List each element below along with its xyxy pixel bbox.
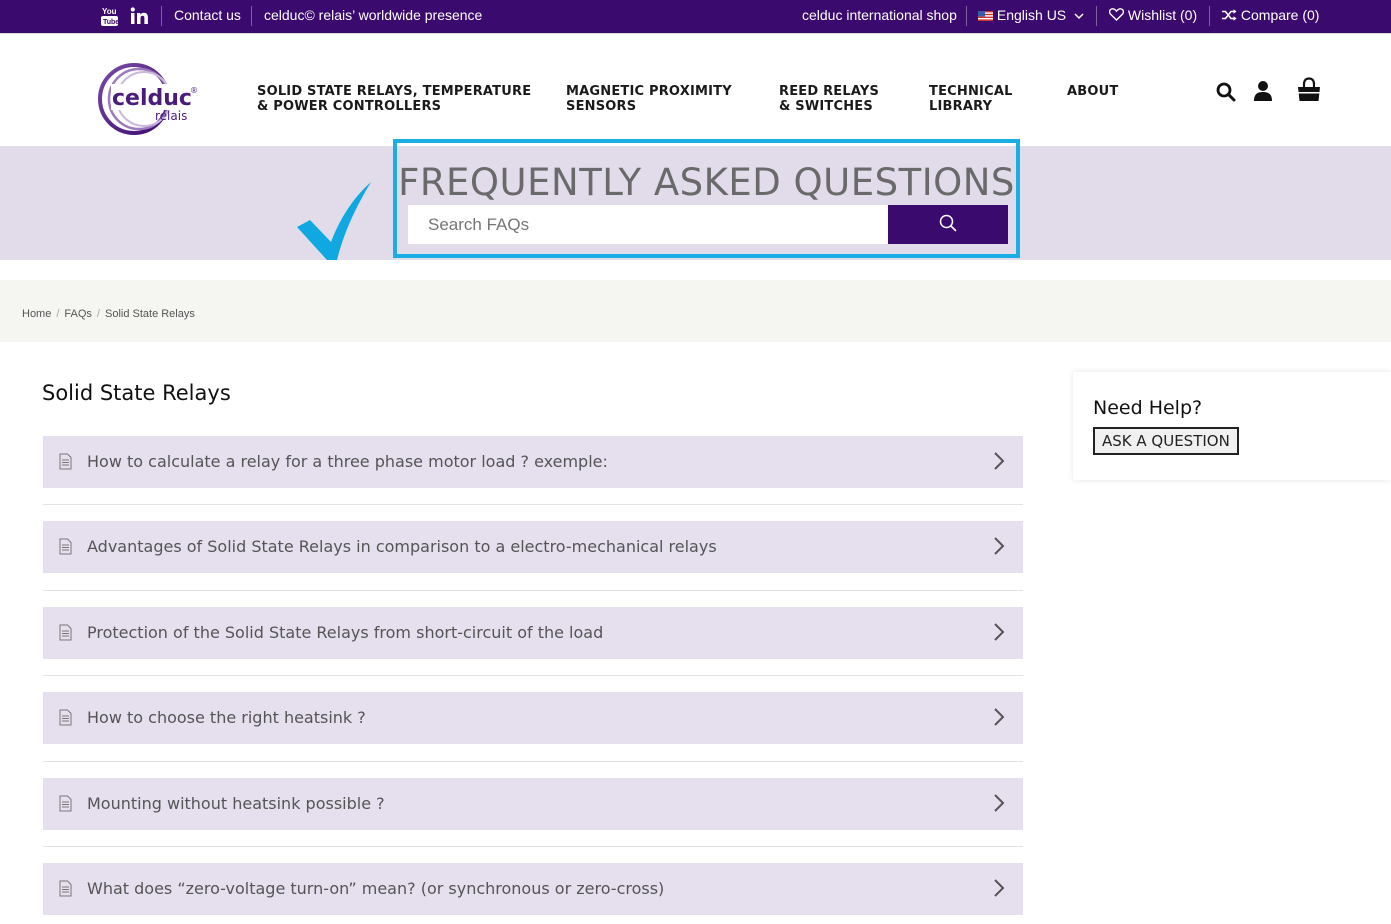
faq-question: Mounting without heatsink possible ?: [87, 794, 385, 813]
chevron-right-icon: [994, 623, 1005, 641]
faq-item[interactable]: What does “zero-voltage turn-on” mean? (…: [43, 863, 1023, 915]
chevron-down-icon: [1074, 13, 1084, 20]
svg-text:relais: relais: [155, 109, 187, 123]
main-header: celduc ® relais SOLID STATE RELAYS, TEMP…: [0, 33, 1391, 146]
nav-solid-state-relays[interactable]: SOLID STATE RELAYS, TEMPERATURE & POWER …: [257, 84, 531, 114]
divider: [43, 761, 1023, 762]
nav-magnetic-proximity-sensors[interactable]: MAGNETIC PROXIMITY SENSORS: [566, 84, 732, 114]
divider: [43, 846, 1023, 847]
search-icon: [939, 214, 957, 232]
chevron-right-icon: [994, 794, 1005, 812]
divider: [43, 590, 1023, 591]
search-button[interactable]: [888, 205, 1008, 244]
chevron-right-icon: [994, 879, 1005, 897]
faq-question: Protection of the Solid State Relays fro…: [87, 623, 604, 642]
linkedin-icon[interactable]: [130, 6, 149, 26]
user-icon[interactable]: [1253, 80, 1273, 102]
divider: [43, 675, 1023, 676]
top-bar: You Tube Contact us celduc© relais’ worl…: [0, 0, 1391, 33]
faq-question: What does “zero-voltage turn-on” mean? (…: [87, 879, 665, 898]
faq-item[interactable]: Mounting without heatsink possible ?: [43, 778, 1023, 830]
nav-label: ABOUT: [1067, 84, 1119, 99]
search-input[interactable]: [408, 205, 888, 244]
faq-item[interactable]: Advantages of Solid State Relays in comp…: [43, 521, 1023, 573]
divider: [966, 6, 967, 26]
breadcrumb-current: Solid State Relays: [104, 308, 195, 320]
document-icon: [59, 453, 72, 470]
youtube-icon[interactable]: You Tube: [101, 6, 118, 26]
document-icon: [59, 709, 72, 726]
divider: [161, 6, 162, 26]
help-panel: Need Help? ASK A QUESTION: [1073, 372, 1391, 480]
nav-label: TECHNICAL: [929, 84, 1013, 99]
chevron-right-icon: [994, 452, 1005, 470]
divider: [1096, 6, 1097, 26]
faq-search-panel: FREQUENTLY ASKED QUESTIONS: [393, 139, 1020, 258]
language-label: English US: [996, 7, 1067, 23]
nav-label: SOLID STATE RELAYS, TEMPERATURE: [257, 84, 532, 99]
svg-text:You: You: [102, 7, 117, 16]
nav-label: & POWER CONTROLLERS: [257, 99, 442, 114]
breadcrumb-separator: /: [96, 308, 100, 320]
section-title: Solid State Relays: [42, 381, 231, 405]
nav-label: SENSORS: [566, 99, 637, 114]
heart-icon: [1108, 8, 1125, 21]
cart-icon[interactable]: [1296, 77, 1322, 103]
nav-about[interactable]: ABOUT: [1067, 84, 1118, 99]
faq-item[interactable]: How to calculate a relay for a three pha…: [43, 436, 1023, 488]
divider: [43, 504, 1023, 505]
faq-question: Advantages of Solid State Relays in comp…: [87, 537, 717, 556]
breadcrumb-separator: /: [56, 308, 60, 320]
ask-question-button[interactable]: ASK A QUESTION: [1093, 427, 1239, 455]
nav-technical-library[interactable]: TECHNICAL LIBRARY: [929, 84, 1013, 114]
svg-text:celduc: celduc: [112, 86, 192, 111]
faq-question: How to choose the right heatsink ?: [87, 708, 366, 727]
nav-label: MAGNETIC PROXIMITY: [566, 84, 732, 99]
svg-text:Tube: Tube: [103, 19, 118, 26]
faq-question: How to calculate a relay for a three pha…: [87, 452, 608, 471]
nav-label: LIBRARY: [929, 99, 993, 114]
breadcrumb: Home / FAQs / Solid State Relays: [22, 308, 195, 320]
page-title: FREQUENTLY ASKED QUESTIONS: [398, 161, 1015, 204]
breadcrumb-home[interactable]: Home: [22, 308, 51, 320]
faq-item[interactable]: How to choose the right heatsink ?: [43, 692, 1023, 744]
chevron-right-icon: [994, 708, 1005, 726]
shuffle-icon: [1222, 9, 1237, 21]
wishlist-label: Wishlist (0): [1127, 7, 1198, 23]
worldwide-presence-link[interactable]: celduc© relais’ worldwide presence: [264, 0, 482, 33]
compare-label: Compare (0): [1240, 7, 1320, 23]
document-icon: [59, 624, 72, 641]
document-icon: [59, 538, 72, 555]
breadcrumb-faqs[interactable]: FAQs: [64, 308, 92, 320]
breadcrumb-bar: Home / FAQs / Solid State Relays: [0, 280, 1391, 342]
nav-label: & SWITCHES: [779, 99, 873, 114]
nav-label: REED RELAYS: [779, 84, 880, 99]
nav-reed-relays[interactable]: REED RELAYS & SWITCHES: [779, 84, 879, 114]
search-icon[interactable]: [1216, 82, 1236, 102]
language-selector[interactable]: English US: [978, 0, 1084, 33]
divider: [1209, 6, 1210, 26]
faq-item[interactable]: Protection of the Solid State Relays fro…: [43, 607, 1023, 659]
divider: [251, 6, 252, 26]
wishlist-link[interactable]: Wishlist (0): [1108, 0, 1198, 33]
document-icon: [59, 880, 72, 897]
compare-link[interactable]: Compare (0): [1222, 0, 1319, 33]
celduc-logo[interactable]: celduc ® relais: [97, 60, 201, 138]
document-icon: [59, 795, 72, 812]
us-flag-icon: [978, 11, 993, 21]
svg-text:®: ®: [190, 86, 198, 95]
chevron-right-icon: [994, 537, 1005, 555]
international-shop-link[interactable]: celduc international shop: [802, 0, 957, 33]
help-title: Need Help?: [1093, 397, 1203, 419]
checkmark-icon: [297, 182, 371, 260]
contact-link[interactable]: Contact us: [174, 0, 241, 33]
